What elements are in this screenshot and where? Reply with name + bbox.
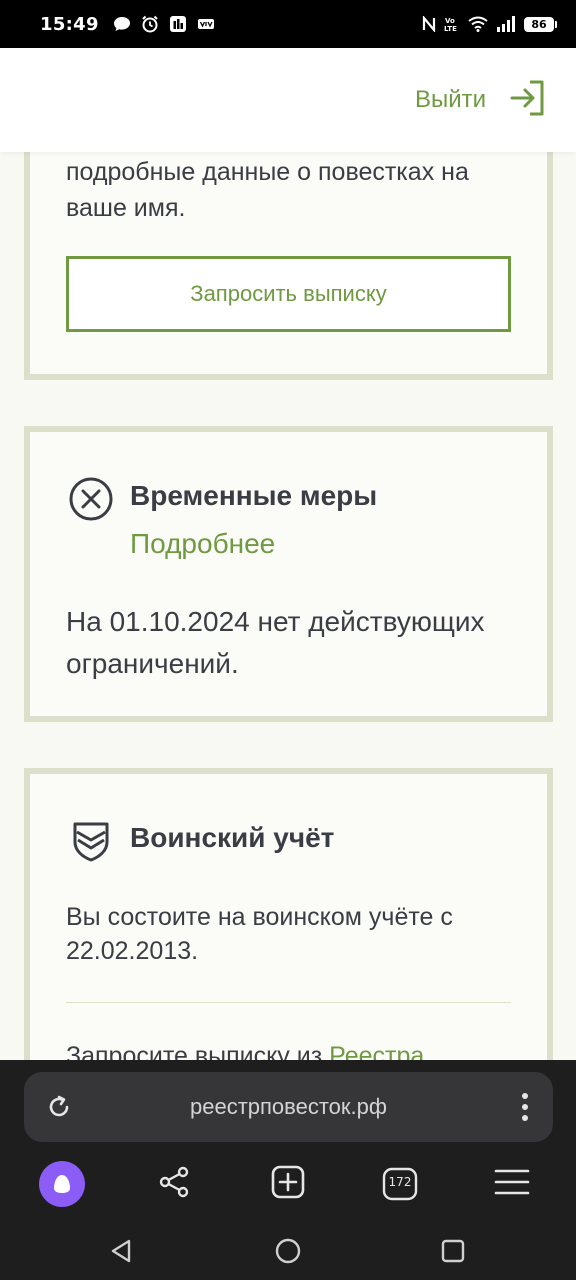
nfc-icon [422,16,436,32]
status-bar: 15:49 Vo LTE 86 [0,0,576,48]
status-notification-icons [113,15,215,33]
military-registration-text: Вы состоите на воинском учёте с 22.02.20… [66,903,453,965]
svg-text:LTE: LTE [444,25,457,33]
system-nav-bar [0,1220,576,1280]
app-header: Выйти [0,48,576,152]
app-icon [169,15,187,33]
address-bar[interactable]: реестрповесток.рф [24,1072,553,1142]
browser-bar: реестрповесток.рф 172 [0,1060,576,1220]
browser-toolbar: 172 [0,1160,576,1208]
volte-icon: Vo LTE [444,15,460,33]
logout-icon[interactable] [510,80,544,121]
home-icon[interactable] [273,1236,303,1266]
logout-link[interactable]: Выйти [415,86,486,114]
temporary-measures-title: Временные меры [130,480,378,511]
request-statement-button[interactable]: Запросить выписку [66,256,511,332]
svg-text:Vo: Vo [445,17,455,25]
more-link[interactable]: Подробнее [130,528,275,560]
signal-icon [496,16,516,32]
shield-icon [68,818,114,864]
divider [66,1002,511,1003]
back-icon[interactable] [106,1236,136,1266]
vpn-icon [197,17,215,31]
plus-square-icon [270,1164,306,1205]
temporary-measures-card: Временные меры Подробнее На 01.10.2024 н… [24,426,553,722]
alarm-icon [141,15,159,33]
battery-indicator: 86 [524,16,557,32]
status-time: 15:49 [40,13,99,35]
wifi-icon [468,16,488,32]
more-options-icon[interactable] [521,1092,529,1127]
tabs-button[interactable]: 172 [376,1160,424,1208]
url-text[interactable]: реестрповесток.рф [24,1094,553,1120]
alice-assistant-button[interactable] [38,1160,86,1208]
new-tab-button[interactable] [264,1160,312,1208]
summons-description: подробные данные о повестках на ваше имя… [66,158,469,222]
chat-icon [113,16,131,32]
military-registration-title: Воинский учёт [130,822,335,853]
share-button[interactable] [150,1160,198,1208]
share-icon [157,1165,191,1204]
close-circle-icon [68,476,114,522]
military-registration-card: Воинский учёт Вы состоите на воинском уч… [24,768,553,1108]
status-system-icons: Vo LTE 86 [422,15,557,33]
menu-button[interactable] [488,1160,536,1208]
tabs-count: 172 [388,1175,412,1189]
hamburger-menu-icon [494,1168,530,1201]
alice-icon [39,1161,85,1207]
temporary-measures-text: На 01.10.2024 нет действующих ограничени… [66,606,485,679]
recents-icon[interactable] [438,1236,468,1266]
